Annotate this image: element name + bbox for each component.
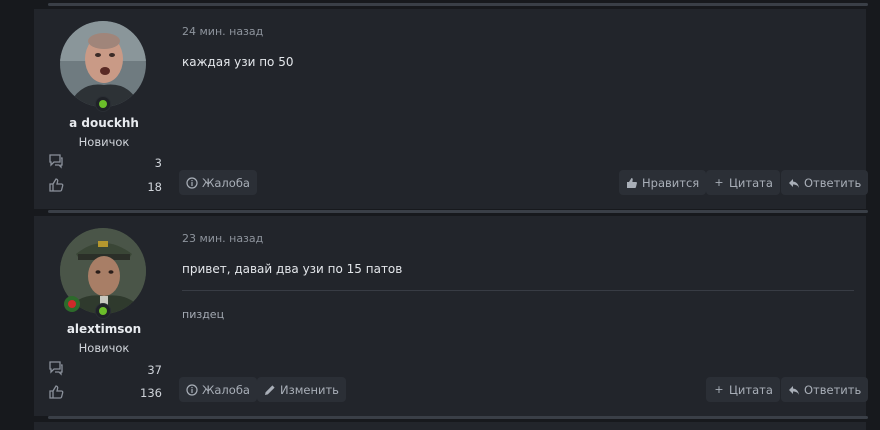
info-icon xyxy=(186,383,198,396)
report-label: Жалоба xyxy=(202,175,250,190)
quote-label: Цитата xyxy=(729,382,773,397)
thumbs-up-icon xyxy=(626,177,638,189)
likes-icon xyxy=(49,385,64,399)
info-icon xyxy=(186,176,198,189)
reply-arrow-icon xyxy=(788,177,800,189)
report-button[interactable]: Жалоба xyxy=(179,377,257,402)
user-rank: Новичок xyxy=(78,135,130,149)
user-rank: Новичок xyxy=(78,341,130,355)
messages-icon xyxy=(49,154,63,169)
avatar[interactable] xyxy=(60,21,146,107)
reply-label: Ответить xyxy=(804,382,862,397)
report-label: Жалоба xyxy=(202,382,250,397)
quote-button[interactable]: + Цитата xyxy=(706,377,780,402)
post: a douckhh Новичок 3 18 24 мин. назад каж… xyxy=(34,9,869,209)
plus-icon: + xyxy=(714,383,724,396)
post-separator xyxy=(48,3,868,6)
post-time[interactable]: 24 мин. назад xyxy=(182,25,263,38)
flag-badge-icon xyxy=(64,296,80,312)
quote-label: Цитата xyxy=(729,175,773,190)
report-button[interactable]: Жалоба xyxy=(179,170,257,195)
plus-icon: + xyxy=(714,176,724,189)
post xyxy=(34,422,866,430)
reply-button[interactable]: Ответить xyxy=(781,170,869,195)
likes-icon xyxy=(49,178,64,192)
user-info: alextimson Новичок 37 136 xyxy=(34,216,174,416)
messages-count: 3 xyxy=(154,156,162,170)
like-label: Нравится xyxy=(642,175,700,190)
reply-label: Ответить xyxy=(804,175,862,190)
edit-button[interactable]: Изменить xyxy=(257,377,346,402)
post-time[interactable]: 23 мин. назад xyxy=(182,232,263,245)
quote-button[interactable]: + Цитата xyxy=(706,170,780,195)
signature-divider xyxy=(182,290,854,291)
online-status-icon xyxy=(95,303,111,319)
post-separator xyxy=(48,210,868,213)
post-text: привет, давай два узи по 15 патов xyxy=(182,262,403,276)
pencil-icon xyxy=(264,384,276,396)
reply-arrow-icon xyxy=(788,384,800,396)
like-button[interactable]: Нравится xyxy=(619,170,707,195)
reply-button[interactable]: Ответить xyxy=(781,377,869,402)
post-separator xyxy=(48,416,868,419)
edit-label: Изменить xyxy=(280,382,339,397)
username[interactable]: a douckhh xyxy=(34,116,174,130)
likes-count: 136 xyxy=(140,386,162,400)
username[interactable]: alextimson xyxy=(34,322,174,336)
post: alextimson Новичок 37 136 23 мин. назад … xyxy=(34,216,869,416)
online-status-icon xyxy=(95,96,111,112)
user-info: a douckhh Новичок 3 18 xyxy=(34,9,174,209)
post-text: каждая узи по 50 xyxy=(182,55,294,69)
messages-icon xyxy=(49,361,63,376)
user-signature: пиздец xyxy=(182,308,225,321)
messages-count: 37 xyxy=(147,363,162,377)
likes-count: 18 xyxy=(147,180,162,194)
